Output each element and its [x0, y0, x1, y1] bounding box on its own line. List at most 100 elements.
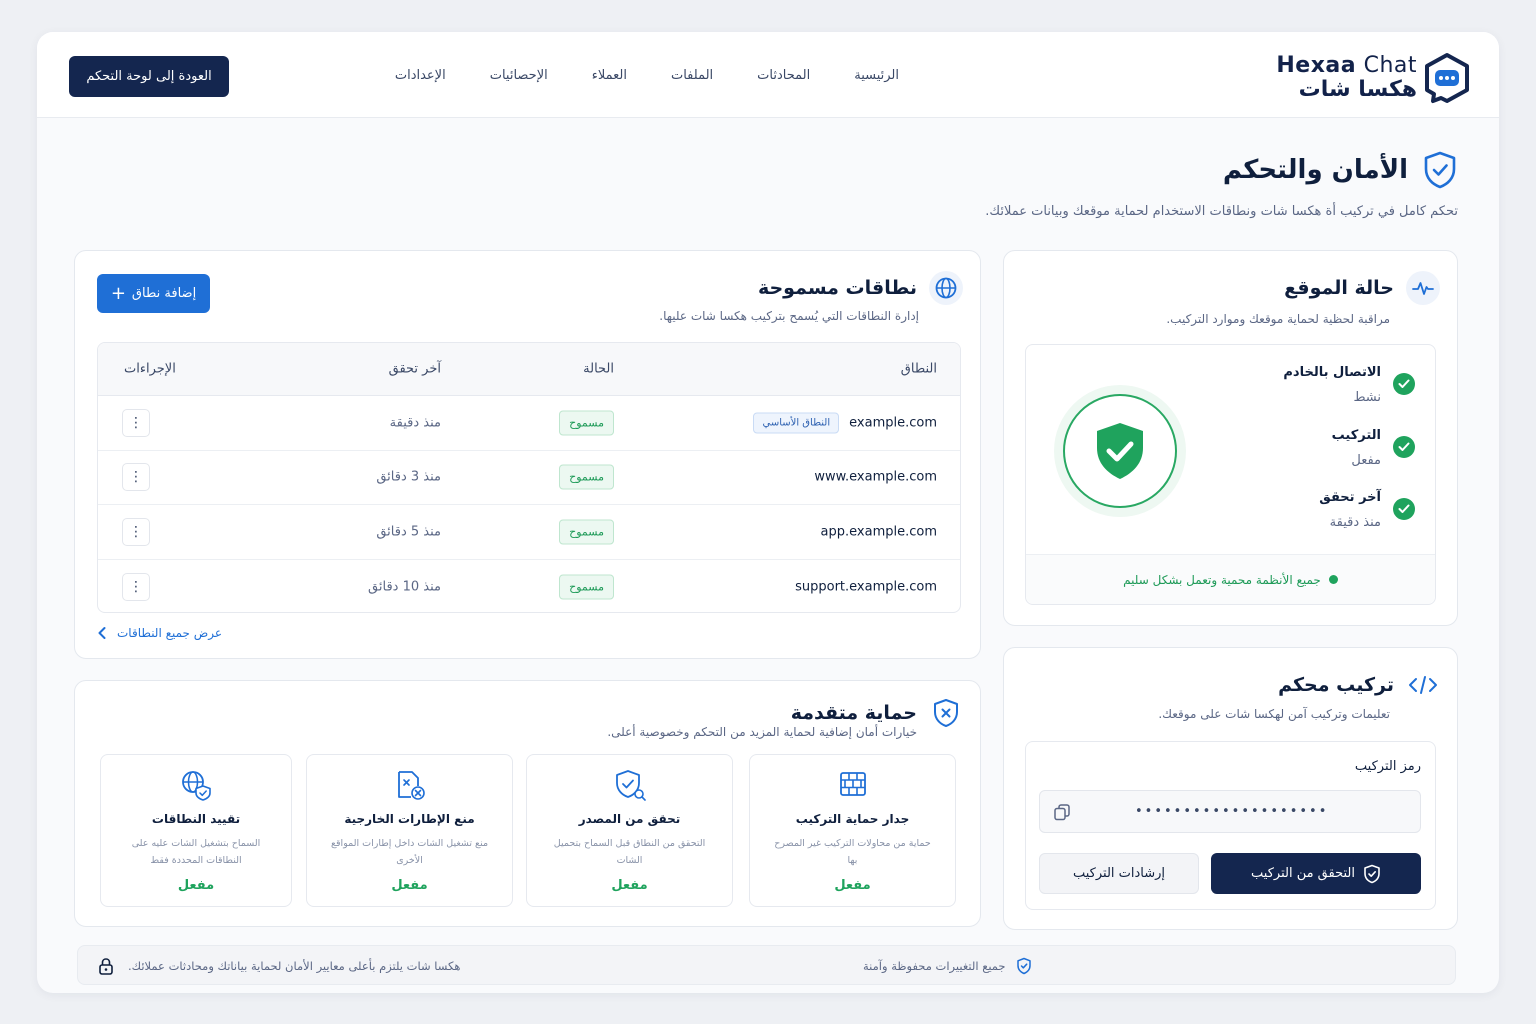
back-to-dashboard-button[interactable]: العودة إلى لوحة التحكم [69, 56, 229, 97]
row-actions-menu-button[interactable]: ⋮ [122, 463, 150, 492]
shield-check-icon [615, 770, 646, 801]
row-actions-menu-button[interactable]: ⋮ [122, 517, 150, 546]
install-guide-button[interactable]: إرشادات التركيب [1039, 853, 1199, 894]
view-all-domains-link[interactable]: عرض جميع النطاقات [97, 626, 222, 640]
status-footer-text: جميع الأنظمة محمية وتعمل بشكل سليم [1123, 572, 1321, 587]
brand-name-ar: هكسا شات [1298, 77, 1417, 102]
shield-x-icon [929, 696, 963, 730]
copy-icon[interactable] [1053, 803, 1071, 821]
row-actions-menu-button[interactable]: ⋮ [122, 572, 150, 601]
top-navbar: Hexaa Chat هكسا شات الرئيسية المحادثات ا… [37, 32, 1499, 118]
feature-origin-verification[interactable]: تحقق من المصدر التحقق من النطاق قبل السم… [526, 754, 733, 907]
add-domain-label: إضافة نطاق [131, 286, 197, 301]
lock-icon [99, 958, 113, 975]
feature-domain-restriction[interactable]: تقييد النطاقات السماح بتشغيل الشات عليه … [100, 754, 292, 907]
feature-desc: التحقق من النطاق قبل السماح بتحميل الشات [553, 838, 706, 866]
nav-settings[interactable]: الإعدادات [395, 68, 446, 83]
secure-install-card: تركيب محكم تعليمات وتركيب آمن لهكسا شات … [1003, 647, 1458, 930]
table-row: support.example.com مسموح منذ 10 دقائق ⋮ [98, 560, 960, 613]
code-icon [1406, 668, 1440, 702]
table-header: النطاق الحالة آخر تحقق الإجراءات [98, 343, 960, 396]
status-badge: مسموح [559, 574, 614, 600]
verify-install-label: التحقق من التركيب [1251, 866, 1355, 881]
feature-desc: السماح بتشغيل الشات عليه على النطاقات ال… [131, 838, 261, 866]
table-row: app.example.com مسموح منذ 5 دقائق ⋮ [98, 505, 960, 560]
feature-state: مفعل [177, 878, 215, 893]
site-status-title: حالة الموقع [1284, 277, 1394, 299]
status-item-server: الاتصال بالخادم نشط [1283, 365, 1415, 405]
status-badge: مسموح [559, 464, 614, 490]
col-status: الحالة [583, 361, 614, 377]
feature-install-firewall[interactable]: جدار حماية التركيب حماية من محاولات التر… [749, 754, 956, 907]
advanced-protection-card: حماية متقدمة خيارات أمان إضافية لحماية ا… [74, 680, 981, 927]
secure-install-subtitle: تعليمات وتركيب آمن لهكسا شات على موقعك. [1158, 707, 1390, 721]
status-badge: مسموح [559, 410, 614, 436]
domain-name: example.com [849, 415, 937, 431]
check-circle-icon [1393, 373, 1415, 395]
status-footer: جميع الأنظمة محمية وتعمل بشكل سليم [1026, 554, 1435, 604]
status-value: منذ دقيقة [1329, 515, 1381, 530]
main-nav: الرئيسية المحادثات الملفات العملاء الإحص… [395, 32, 899, 118]
feature-desc: منع تشغيل الشات داخل إطارات المواقع الأخ… [330, 838, 489, 866]
col-actions: الإجراءات [124, 361, 176, 377]
frame-block-icon [397, 771, 425, 800]
brand-logo[interactable]: Hexaa Chat هكسا شات [1276, 52, 1471, 104]
feature-state: مفعل [611, 878, 648, 893]
nav-home[interactable]: الرئيسية [854, 68, 899, 83]
last-check-time: منذ 5 دقائق [376, 524, 441, 540]
domain-name: support.example.com [795, 579, 937, 595]
nav-customers[interactable]: العملاء [592, 68, 627, 83]
col-domain: النطاق [900, 361, 937, 377]
saved-note-text: جميع التغييرات محفوظة وآمنة [863, 959, 1006, 973]
status-label: آخر تحقق [1319, 490, 1381, 505]
shield-check-icon [1097, 423, 1143, 479]
advanced-protection-title: حماية متقدمة [790, 702, 917, 724]
chat-hexagon-icon [1425, 53, 1469, 103]
page-title: الأمان والتحكم [1222, 155, 1408, 185]
install-code-label: رمز التركيب [1354, 759, 1421, 774]
table-row: www.example.com مسموح منذ 3 دقائق ⋮ [98, 451, 960, 505]
nav-conversations[interactable]: المحادثات [757, 68, 810, 83]
install-code-value: •••••••••••••••••••• [1135, 804, 1329, 819]
feature-block-external-frames[interactable]: منع الإطارات الخارجية منع تشغيل الشات دا… [306, 754, 513, 907]
domain-name: www.example.com [814, 469, 937, 485]
feature-desc: حماية من محاولات التركيب غير المصرح بها [774, 838, 931, 866]
shield-check-icon [1016, 957, 1031, 975]
nav-files[interactable]: الملفات [671, 68, 713, 83]
page-header: الأمان والتحكم تحكم كامل في تركيب أة هكس… [985, 150, 1458, 219]
table-row: example.com النطاق الأساسي مسموح منذ دقي… [98, 396, 960, 451]
feature-title: تقييد النطاقات [151, 812, 241, 826]
last-check-time: منذ 10 دقائق [368, 579, 441, 595]
allowed-domains-subtitle: إدارة النطاقات التي يُسمح بتركيب هكسا شا… [659, 309, 919, 323]
plus-icon: + [110, 282, 126, 304]
feature-title: تحقق من المصدر [578, 812, 681, 826]
install-code-field[interactable]: •••••••••••••••••••• [1039, 790, 1421, 833]
primary-domain-badge: النطاق الأساسي [753, 412, 840, 434]
online-dot-icon [1328, 575, 1338, 584]
chevron-left-icon [98, 627, 106, 639]
page-subtitle: تحكم كامل في تركيب أة هكسا شات ونطاقات ا… [985, 204, 1458, 219]
add-domain-button[interactable]: إضافة نطاق + [97, 274, 210, 313]
verify-install-button[interactable]: التحقق من التركيب [1211, 853, 1421, 894]
security-footer-bar: هكسا شات يلتزم بأعلى معايير الأمان لحماي… [77, 945, 1456, 985]
col-last-check: آخر تحقق [388, 361, 441, 377]
app-window: Hexaa Chat هكسا شات الرئيسية المحادثات ا… [37, 32, 1499, 993]
shield-check-icon [1364, 864, 1380, 883]
site-status-subtitle: مراقبة لحظية لحماية موقعك وموارد التركيب… [1166, 312, 1390, 326]
status-panel: الاتصال بالخادم نشط التركيب مفعل آخر تحقق م… [1025, 344, 1436, 605]
advanced-protection-subtitle: خيارات أمان إضافية لحماية المزيد من التح… [607, 725, 917, 739]
status-value: نشط [1353, 390, 1381, 405]
globe-icon [929, 271, 963, 305]
feature-state: مفعل [834, 878, 871, 893]
commitment-text: هكسا شات يلتزم بأعلى معايير الأمان لحماي… [128, 959, 461, 973]
nav-statistics[interactable]: الإحصائيات [490, 68, 548, 83]
site-status-card: حالة الموقع مراقبة لحظية لحماية موقعك وم… [1003, 250, 1458, 626]
firewall-icon [839, 772, 866, 796]
status-label: التركيب [1331, 428, 1381, 443]
last-check-time: منذ دقيقة [389, 415, 441, 431]
feature-state: مفعل [391, 878, 428, 893]
domains-table: النطاق الحالة آخر تحقق الإجراءات example… [97, 342, 961, 613]
status-value: مفعل [1351, 453, 1381, 468]
row-actions-menu-button[interactable]: ⋮ [122, 408, 150, 437]
check-circle-icon [1393, 498, 1415, 520]
